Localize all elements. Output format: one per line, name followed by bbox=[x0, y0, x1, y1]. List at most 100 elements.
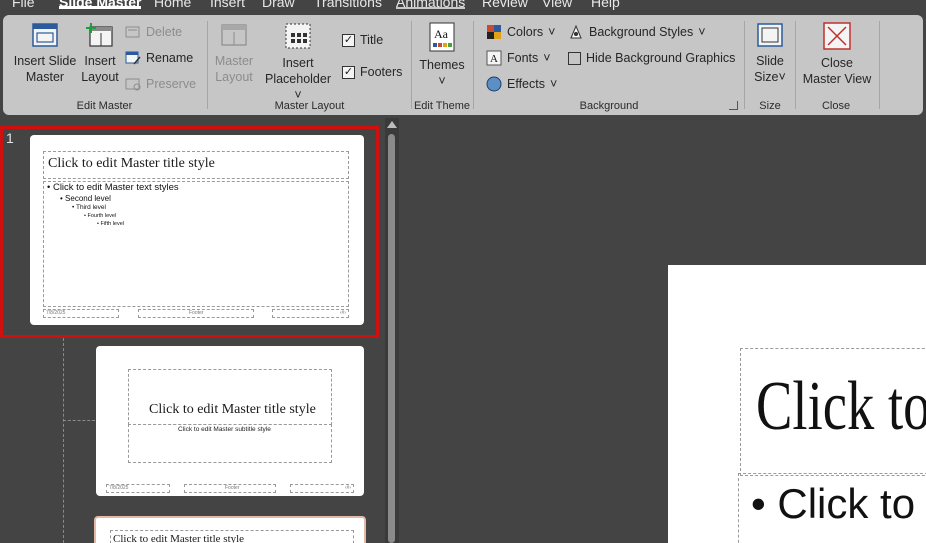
layout-title-text: Click to edit Master title style bbox=[149, 402, 316, 417]
title-checkbox[interactable]: ✓ Title bbox=[342, 31, 383, 49]
group-background: Colors ˅ A Fonts ˅ Effects ˅ Background … bbox=[474, 15, 744, 115]
scroll-up-icon[interactable] bbox=[387, 121, 397, 128]
close-master-view-button[interactable]: Close Master View bbox=[800, 21, 874, 87]
edit-master-group-label: Edit Master bbox=[76, 100, 133, 112]
canvas-body-text: • Click to bbox=[751, 480, 916, 527]
background-styles-icon bbox=[570, 24, 582, 39]
slide-size-label-2: Size bbox=[754, 70, 779, 84]
layout-date-text: 7/8/2025 bbox=[109, 485, 129, 491]
master-body-placeholder: • Click to edit Master text styles • Sec… bbox=[43, 181, 349, 307]
rename-label: Rename bbox=[146, 51, 194, 65]
layout2-title-text: Click to edit Master title style bbox=[113, 533, 245, 543]
layout-subtitle-text: Click to edit Master subtitle style bbox=[178, 426, 271, 433]
group-size: Slide Size˅ Size bbox=[745, 15, 795, 115]
themes-icon: Aa bbox=[429, 22, 455, 52]
layout-title-placeholder: Click to edit Master title style bbox=[128, 369, 332, 425]
tab-slide-master[interactable]: Slide Master bbox=[59, 0, 142, 10]
background-styles-button[interactable]: Background Styles ˅ bbox=[568, 23, 706, 41]
tab-review[interactable]: Review bbox=[482, 0, 528, 10]
colors-label: Colors bbox=[507, 25, 544, 39]
insert-placeholder-button[interactable]: Insert Placeholder ˅ bbox=[260, 21, 336, 103]
colors-button[interactable]: Colors ˅ bbox=[486, 23, 555, 41]
level-5-text: Fifth level bbox=[100, 221, 125, 227]
edit-theme-group-label: Edit Theme bbox=[413, 100, 471, 112]
tab-transitions[interactable]: Transitions bbox=[314, 0, 382, 10]
slide-editing-canvas[interactable]: Click to • Click to bbox=[668, 265, 926, 543]
scrollbar-thumb[interactable] bbox=[388, 134, 395, 543]
group-edit-master: Insert Slide Master Insert Layout Delete bbox=[3, 15, 206, 115]
effects-label: Effects bbox=[507, 77, 545, 91]
insert-layout-label-1: Insert bbox=[84, 54, 116, 68]
slide-thumbnail-pane: 1 Click to edit Master title style • Cli… bbox=[0, 118, 400, 543]
background-group-label: Background bbox=[579, 100, 639, 112]
layout-date-placeholder: 7/8/2025 bbox=[106, 484, 170, 493]
slide-size-button[interactable]: Slide Size˅ bbox=[749, 21, 791, 85]
effects-button[interactable]: Effects ˅ bbox=[486, 75, 557, 93]
title-slide-layout-thumbnail[interactable]: Click to edit Master title style Click t… bbox=[96, 346, 364, 496]
chevron-down-icon: ˅ bbox=[549, 77, 558, 91]
canvas-title-text: Click to bbox=[756, 368, 926, 445]
tab-insert[interactable]: Insert bbox=[210, 0, 245, 10]
master-date-text: 7/8/2025 bbox=[46, 310, 66, 316]
level-3-text: Third level bbox=[75, 204, 106, 211]
delete-layout-icon bbox=[125, 26, 140, 38]
master-layout-label-1: Master bbox=[214, 54, 254, 68]
insert-layout-icon bbox=[86, 23, 113, 47]
layout-number-text: ‹#› bbox=[344, 485, 351, 491]
fonts-button[interactable]: A Fonts ˅ bbox=[486, 49, 551, 67]
hide-background-graphics-checkbox[interactable]: Hide Background Graphics bbox=[568, 49, 735, 67]
hide-background-check-icon bbox=[568, 51, 581, 65]
layout-tree-connector bbox=[63, 420, 95, 421]
layout2-title-placeholder: Click to edit Master title style bbox=[110, 530, 354, 543]
tab-help[interactable]: Help bbox=[591, 0, 620, 10]
tab-file[interactable]: File bbox=[12, 0, 35, 10]
group-edit-theme: Aa Themes ˅ Edit Theme bbox=[412, 15, 472, 115]
layout-footer-text: Footer bbox=[225, 485, 240, 491]
colors-icon bbox=[487, 25, 501, 39]
title-checkbox-label: Title bbox=[360, 33, 384, 47]
tab-home[interactable]: Home bbox=[154, 0, 191, 10]
master-body-level-5: • Fifth level bbox=[97, 221, 125, 227]
delete-button[interactable]: Delete bbox=[125, 23, 182, 41]
preserve-label: Preserve bbox=[146, 77, 197, 91]
tab-animations[interactable]: Animations bbox=[396, 0, 466, 10]
master-body-level-2: • Second level bbox=[60, 194, 111, 203]
master-layout-button[interactable]: Master Layout bbox=[212, 21, 256, 85]
insert-slide-master-label-1: Insert Slide bbox=[13, 54, 77, 68]
insert-slide-master-button[interactable]: Insert Slide Master bbox=[13, 21, 77, 85]
canvas-title-placeholder[interactable]: Click to bbox=[740, 348, 926, 476]
layout-number-placeholder: ‹#› bbox=[290, 484, 354, 493]
layout-tree-connector bbox=[63, 338, 64, 543]
footers-checkbox[interactable]: ✓ Footers bbox=[342, 63, 402, 81]
slide-size-label-1: Slide bbox=[756, 54, 784, 68]
level-2-text: Second level bbox=[65, 194, 111, 203]
delete-label: Delete bbox=[146, 25, 183, 39]
insert-placeholder-icon bbox=[285, 23, 311, 49]
slide-master-thumbnail[interactable]: Click to edit Master title style • Click… bbox=[30, 135, 364, 325]
master-title-placeholder: Click to edit Master title style bbox=[43, 151, 349, 179]
powerpoint-window: File Slide Master Home Insert Draw Trans… bbox=[0, 0, 926, 543]
close-master-view-icon bbox=[823, 22, 851, 50]
insert-slide-master-label-2: Master bbox=[25, 70, 65, 84]
master-body-level-1: • Click to edit Master text styles bbox=[47, 182, 179, 193]
fonts-icon: A bbox=[486, 50, 502, 66]
themes-label: Themes bbox=[419, 58, 465, 72]
insert-layout-button[interactable]: Insert Layout bbox=[79, 21, 121, 85]
title-content-layout-thumbnail[interactable]: Click to edit Master title style bbox=[94, 516, 366, 543]
layout-subtitle-placeholder: Click to edit Master subtitle style bbox=[128, 424, 332, 463]
preserve-button[interactable]: Preserve bbox=[125, 75, 196, 93]
group-master-layout: Master Layout Insert Placeholder ˅ ✓ Tit… bbox=[208, 15, 411, 115]
tab-draw[interactable]: Draw bbox=[262, 0, 295, 10]
svg-text:Aa: Aa bbox=[434, 27, 449, 41]
master-footer-placeholder: Footer bbox=[138, 309, 254, 318]
tab-view[interactable]: View bbox=[542, 0, 572, 10]
master-number-placeholder: ‹#› bbox=[272, 309, 349, 318]
svg-text:A: A bbox=[490, 53, 498, 65]
rename-button[interactable]: Rename bbox=[125, 49, 193, 67]
footers-check-icon: ✓ bbox=[342, 65, 355, 79]
divider bbox=[879, 21, 880, 109]
size-group-label: Size bbox=[759, 100, 781, 112]
themes-button[interactable]: Aa Themes ˅ bbox=[418, 21, 466, 89]
canvas-body-placeholder[interactable]: • Click to bbox=[738, 473, 926, 543]
effects-icon bbox=[486, 76, 502, 92]
